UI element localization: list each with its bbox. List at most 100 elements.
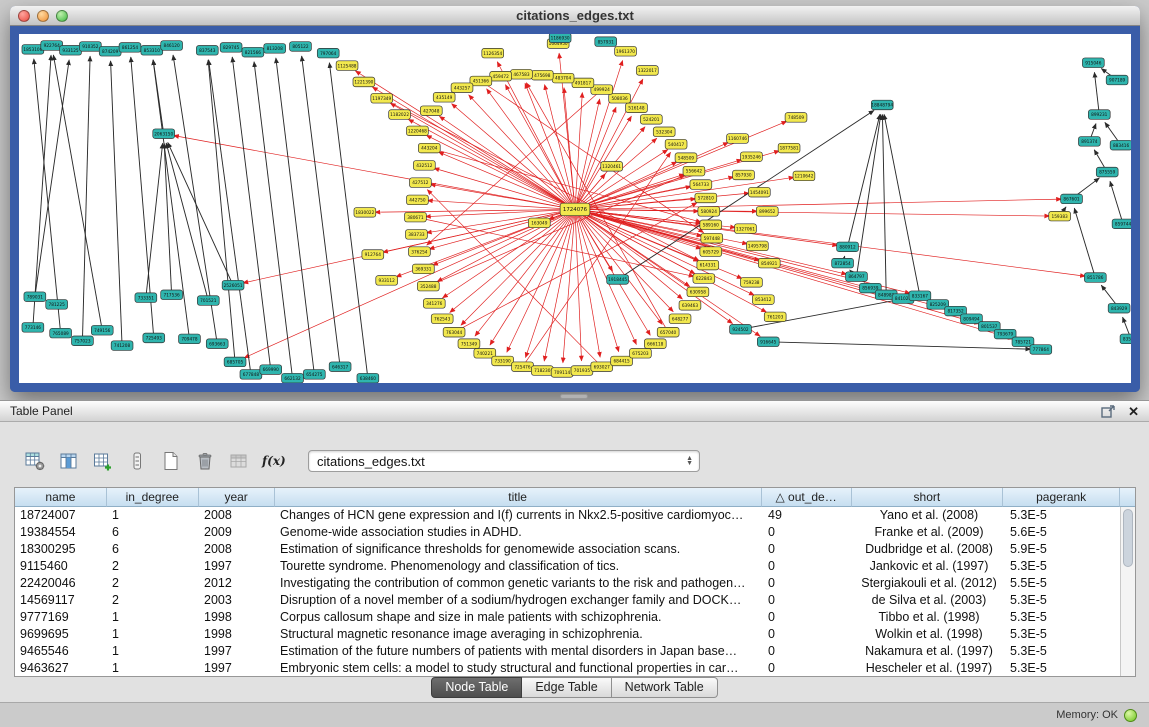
graph-node[interactable]: 1454091 (748, 187, 770, 197)
graph-edge[interactable] (1094, 72, 1099, 114)
graph-node[interactable]: 741208 (111, 341, 133, 351)
vertical-scrollbar[interactable] (1120, 507, 1135, 676)
graph-node[interactable]: 1961370 (615, 46, 637, 56)
graph-node[interactable]: 163049 (528, 218, 550, 228)
graph-node[interactable]: 899231 (1088, 110, 1110, 120)
graph-edge[interactable] (33, 55, 51, 327)
graph-node[interactable]: 564733 (690, 180, 712, 190)
graph-node[interactable]: 443257 (451, 83, 473, 93)
graph-node[interactable]: 1125488 (336, 61, 358, 71)
graph-node[interactable]: 597448 (701, 233, 723, 243)
graph-node[interactable]: 614331 (697, 260, 719, 270)
graph-node[interactable]: 717536 (161, 290, 183, 300)
graph-node[interactable]: 709478 (179, 334, 201, 344)
graph-node[interactable]: 846120 (161, 41, 183, 51)
column-header-in_degree[interactable]: in_degree (107, 488, 199, 507)
graph-edge[interactable] (232, 57, 270, 370)
graph-node[interactable]: 759238 (741, 278, 763, 288)
table-options-icon[interactable] (22, 449, 48, 473)
graph-node[interactable]: 499924 (591, 85, 613, 95)
graph-node[interactable]: 352488 (417, 281, 439, 291)
graph-node[interactable]: 725476 (512, 362, 534, 372)
graph-node[interactable]: 2063150 (153, 129, 175, 139)
column-header-pagerank[interactable]: pagerank (1003, 488, 1120, 507)
graph-node[interactable]: 432512 (413, 161, 435, 171)
table-row[interactable]: 911546021997Tourette syndrome. Phenomeno… (15, 558, 1135, 575)
graph-node[interactable]: 508036 (609, 93, 631, 103)
table-row[interactable]: 969969511998Structural magnetic resonanc… (15, 626, 1135, 643)
graph-edge[interactable] (575, 209, 582, 360)
graph-node[interactable]: 933112 (376, 276, 398, 286)
column-header-title[interactable]: title (275, 488, 762, 507)
graph-edge[interactable] (439, 116, 575, 209)
graph-node[interactable]: 648277 (669, 314, 691, 324)
graph-node[interactable]: 693663 (206, 339, 228, 349)
graph-node[interactable]: 1327061 (735, 224, 757, 234)
graph-node[interactable]: 907189 (1106, 75, 1128, 85)
close-panel-icon[interactable]: ✕ (1128, 405, 1139, 418)
graph-node[interactable]: 459472 (490, 71, 512, 81)
graph-node[interactable]: 837543 (196, 46, 218, 56)
graph-node[interactable]: 835971 (1120, 334, 1131, 344)
graph-node[interactable]: 912764 (362, 250, 384, 260)
column-header-short[interactable]: short (852, 488, 1004, 507)
graph-node[interactable]: 341276 (423, 299, 445, 309)
graph-node[interactable]: 657040 (657, 327, 679, 337)
graph-edge[interactable] (164, 143, 171, 294)
graph-node[interactable]: 376254 (408, 247, 430, 257)
graph-edge[interactable] (563, 209, 575, 362)
graph-edge[interactable] (525, 83, 575, 209)
graph-node[interactable]: 442750 (407, 195, 429, 205)
graph-node[interactable]: 773146 (22, 323, 44, 333)
graph-node[interactable]: 853310 (141, 46, 163, 56)
network-graph[interactable]: 1724076112548812213901197349118202212204… (19, 34, 1131, 383)
graph-edge[interactable] (329, 63, 367, 379)
graph-node[interactable]: 761203 (764, 312, 786, 322)
graph-node[interactable]: 654275 (303, 370, 325, 380)
delete-column-icon[interactable] (192, 449, 218, 473)
graph-node[interactable]: 1935246 (741, 152, 763, 162)
graph-edge[interactable] (575, 209, 760, 336)
table-row[interactable]: 977716911998Corpus callosum shape and si… (15, 609, 1135, 626)
graph-node[interactable]: 857930 (733, 170, 755, 180)
graph-node[interactable]: 630958 (687, 287, 709, 297)
graph-node[interactable]: 1197349 (371, 93, 393, 103)
graph-edge[interactable] (1074, 208, 1095, 277)
tab-edge-table[interactable]: Edge Table (522, 677, 611, 698)
graph-node[interactable]: 540417 (665, 139, 687, 149)
graph-node[interactable]: 829745 (220, 43, 242, 53)
graph-node[interactable]: 666118 (644, 339, 666, 349)
graph-edge[interactable] (884, 114, 920, 295)
graph-edge[interactable] (146, 143, 163, 297)
graph-node[interactable]: 725493 (143, 333, 165, 343)
graph-edge[interactable] (544, 209, 575, 361)
graph-node[interactable]: 821566 (242, 47, 264, 57)
close-window-button[interactable] (18, 10, 30, 22)
graph-node[interactable]: 1221390 (353, 77, 375, 87)
graph-node[interactable]: 853412 (752, 295, 774, 305)
graph-node[interactable]: 467583 (511, 69, 533, 79)
graph-edge[interactable] (53, 55, 102, 330)
graph-node[interactable]: 757023 (72, 336, 94, 346)
graph-node[interactable]: 867601 (1061, 194, 1083, 204)
graph-node[interactable]: 18848794 (871, 100, 893, 110)
graph-node[interactable]: 789031 (24, 292, 46, 302)
graph-node[interactable]: 451366 (470, 76, 492, 86)
graph-node[interactable]: 516148 (626, 103, 648, 113)
graph-edge[interactable] (173, 136, 575, 210)
column-header-name[interactable]: name (15, 488, 107, 507)
graph-node[interactable]: 874209 (99, 46, 121, 56)
graph-node[interactable]: 751349 (458, 339, 480, 349)
graph-node[interactable]: 638460 (357, 373, 379, 383)
graph-node[interactable]: 749156 (91, 325, 113, 335)
graph-edge[interactable] (168, 142, 233, 285)
graph-node[interactable]: 875559 (1096, 167, 1118, 177)
graph-node[interactable]: 435149 (433, 92, 455, 102)
graph-node[interactable]: 589160 (700, 220, 722, 230)
graph-node[interactable]: 1320461 (601, 162, 623, 172)
table-row[interactable]: 1938455462009Genome-wide association stu… (15, 524, 1135, 541)
column-header-out_de[interactable]: △ out_de… (762, 488, 852, 507)
table-edit-icon[interactable] (90, 449, 116, 473)
table-row[interactable]: 946554611997Estimation of the future num… (15, 643, 1135, 660)
graph-edge[interactable] (438, 152, 575, 210)
